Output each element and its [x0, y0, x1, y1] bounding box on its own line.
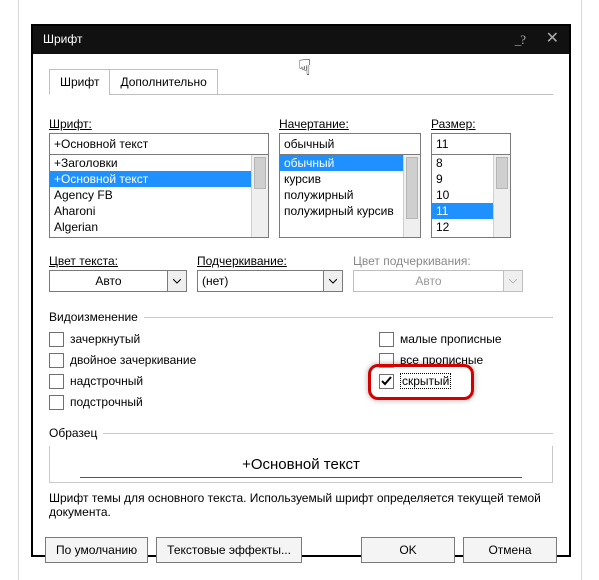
style-label: Начертание: [279, 117, 421, 131]
underline-color-combo: Авто [353, 270, 523, 292]
font-listbox[interactable]: +Заголовки +Основной текст Agency FB Aha… [49, 154, 269, 238]
list-item[interactable]: Agency FB [50, 187, 268, 203]
color-label: Цвет текста: [49, 254, 187, 268]
font-label: Шрифт: [49, 117, 269, 131]
scrollbar[interactable] [251, 155, 268, 237]
underline-color-label: Цвет подчеркивания: [353, 254, 523, 268]
description-text: Шрифт темы для основного текста. Использ… [49, 491, 553, 519]
underline-combo[interactable]: (нет) [197, 270, 343, 292]
chk-allcaps[interactable]: все прописные [379, 350, 539, 370]
tab-font-label: Шрифт [60, 75, 99, 89]
chk-double-strike[interactable]: двойное зачеркивание [49, 350, 379, 370]
style-listbox[interactable]: обычный курсив полужирный полужирный кур… [279, 154, 421, 238]
scrollbar[interactable] [493, 155, 510, 237]
font-dialog: Шрифт _? ✕ Шрифт Дополнительно Шрифт: +О… [31, 24, 571, 557]
sample-label: Образец [49, 426, 97, 440]
chevron-down-icon[interactable] [167, 271, 186, 291]
chk-superscript[interactable]: надстрочный [49, 371, 379, 391]
sample-text: +Основной текст [242, 456, 360, 473]
chevron-down-icon [503, 271, 522, 291]
size-listbox[interactable]: 8 9 10 11 12 [431, 154, 511, 238]
help-button[interactable]: _? [515, 32, 525, 48]
scrollbar[interactable] [403, 155, 420, 237]
sample-group: Образец [49, 426, 553, 440]
chk-smallcaps[interactable]: малые прописные [379, 329, 539, 349]
color-combo[interactable]: Авто [49, 270, 187, 292]
hand-cursor-icon: ☟ [298, 55, 311, 81]
tab-font[interactable]: Шрифт [49, 69, 110, 95]
checkbox-icon [379, 374, 394, 389]
scroll-thumb[interactable] [496, 157, 508, 189]
titlebar: Шрифт _? ✕ [33, 26, 569, 54]
ok-button[interactable]: OK [361, 537, 455, 563]
size-label: Размер: [431, 117, 511, 131]
chevron-down-icon[interactable] [323, 271, 342, 291]
close-button[interactable]: ✕ [546, 28, 559, 48]
cancel-button[interactable]: Отмена [463, 537, 557, 563]
checkbox-icon [379, 332, 394, 347]
window-title: Шрифт [43, 32, 82, 46]
chk-hidden[interactable]: скрытый [379, 371, 539, 391]
style-input[interactable]: обычный [279, 133, 421, 155]
text-effects-button[interactable]: Текстовые эффекты... [156, 537, 302, 563]
list-item[interactable]: Aharoni [50, 203, 268, 219]
font-input[interactable]: +Основной текст [49, 133, 269, 155]
list-item[interactable]: полужирный курсив [280, 203, 420, 219]
list-item[interactable]: курсив [280, 171, 420, 187]
scroll-thumb[interactable] [406, 157, 418, 219]
size-input[interactable]: 11 [431, 133, 511, 155]
scroll-thumb[interactable] [254, 157, 266, 189]
effects-group: Видоизменение [49, 310, 553, 324]
checkbox-icon [49, 395, 64, 410]
checkbox-icon [49, 374, 64, 389]
chk-subscript[interactable]: подстрочный [49, 392, 379, 412]
effects-label: Видоизменение [49, 310, 138, 324]
checkbox-icon [49, 332, 64, 347]
checkbox-icon [379, 353, 394, 368]
tab-advanced-label: Дополнительно [120, 75, 206, 89]
list-item[interactable]: обычный [280, 155, 420, 171]
tab-advanced[interactable]: Дополнительно [109, 69, 217, 95]
underline-label: Подчеркивание: [197, 254, 343, 268]
list-item[interactable]: полужирный [280, 187, 420, 203]
chk-strike[interactable]: зачеркнутый [49, 329, 379, 349]
list-item[interactable]: Algerian [50, 219, 268, 235]
set-default-button[interactable]: По умолчанию [45, 537, 148, 563]
list-item[interactable]: +Основной текст [50, 171, 268, 187]
list-item[interactable]: +Заголовки [50, 155, 268, 171]
sample-preview: +Основной текст [49, 446, 553, 483]
checkbox-icon [49, 353, 64, 368]
